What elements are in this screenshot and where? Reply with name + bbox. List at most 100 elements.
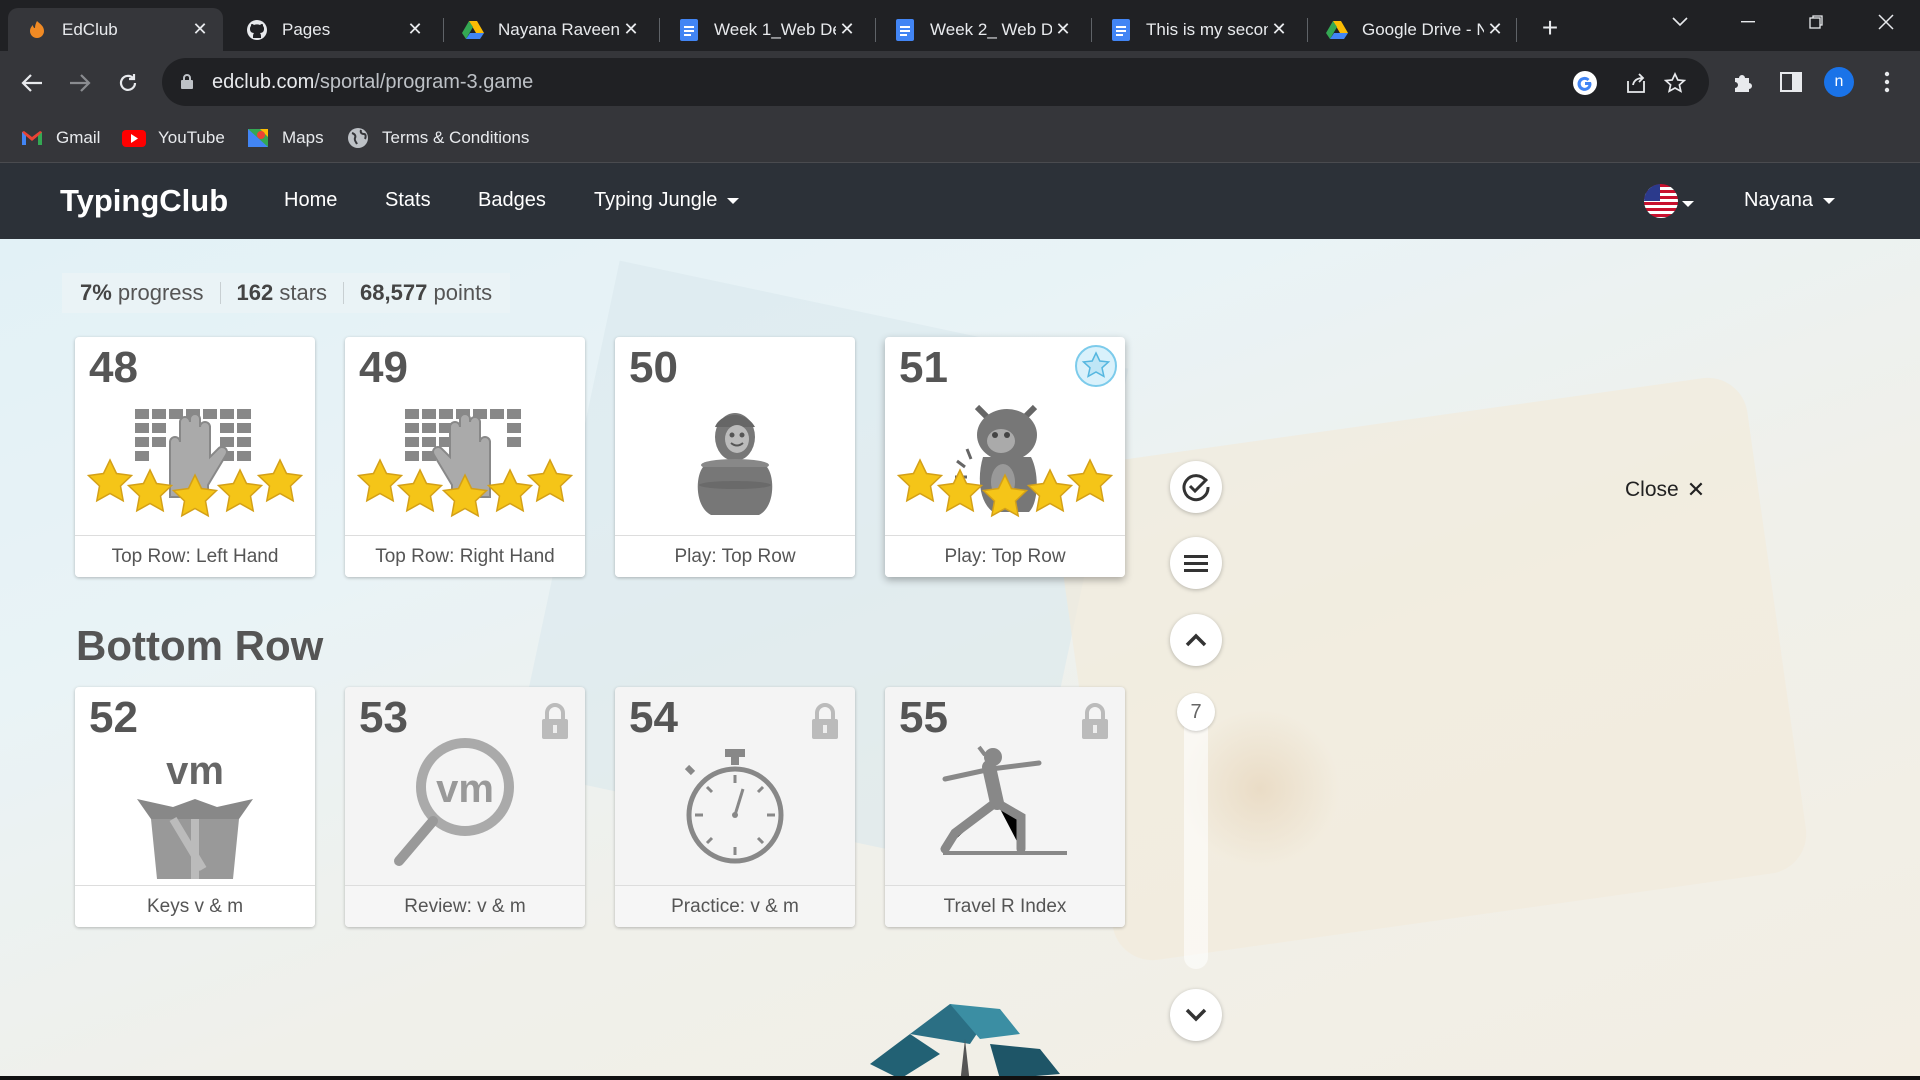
- new-tab-button[interactable]: +: [1534, 12, 1566, 44]
- profile-avatar[interactable]: n: [1824, 67, 1854, 97]
- close-tab-icon[interactable]: ✕: [836, 19, 858, 41]
- tab-pages[interactable]: Pages ✕: [228, 8, 438, 51]
- progress-label: progress: [117, 280, 204, 305]
- nav-home[interactable]: Home: [284, 189, 337, 212]
- bookmark-label: YouTube: [158, 128, 225, 147]
- open-box-icon: [137, 799, 253, 879]
- lesson-number: 52: [89, 693, 138, 742]
- lesson-card-49[interactable]: 49 Top Row: Right Hand: [345, 337, 585, 577]
- lesson-card-52[interactable]: 52 vm Keys v & m: [75, 687, 315, 927]
- side-panel-icon[interactable]: [1774, 65, 1808, 99]
- globe-icon: [346, 127, 370, 149]
- close-tab-icon[interactable]: ✕: [1484, 19, 1506, 41]
- lesson-label: Play: Top Row: [885, 535, 1125, 577]
- scroll-up-button[interactable]: [1170, 614, 1222, 666]
- lesson-card-50[interactable]: 50 Play: Top Row: [615, 337, 855, 577]
- tab-second[interactable]: This is my secon ✕: [1092, 8, 1302, 51]
- bookmark-label: Maps: [282, 128, 324, 147]
- address-bar[interactable]: edclub.com/sportal/program-3.game: [162, 58, 1709, 106]
- edclub-icon: [26, 19, 48, 41]
- gmail-icon: [20, 127, 44, 149]
- stars-label: stars: [279, 280, 328, 305]
- close-label: Close: [1625, 478, 1679, 501]
- completed-lessons-button[interactable]: [1170, 461, 1222, 513]
- bookmark-star-icon[interactable]: [1662, 70, 1688, 96]
- nav-badges[interactable]: Badges: [478, 189, 546, 212]
- lock-icon: [181, 74, 193, 89]
- user-menu[interactable]: Nayana: [1744, 189, 1835, 212]
- lesson-card-51[interactable]: 51 Play: Top Row: [885, 337, 1125, 577]
- menu-button[interactable]: [1170, 537, 1222, 589]
- tab-title: This is my secon: [1146, 19, 1268, 39]
- pot-creature-icon: [697, 413, 773, 515]
- browser-toolbar: edclub.com/sportal/program-3.game n: [0, 51, 1920, 113]
- google-drive-icon: [1326, 19, 1348, 41]
- star-rating: [356, 458, 574, 518]
- google-docs-icon: [678, 18, 700, 41]
- lock-icon: [542, 703, 568, 739]
- tab-title: Week 1_Web De: [714, 19, 836, 39]
- background-shape: [1048, 372, 1812, 966]
- share-icon[interactable]: [1623, 70, 1649, 96]
- forward-icon[interactable]: [62, 65, 98, 101]
- lesson-number: 50: [629, 343, 678, 392]
- main-content: 7% progress 162 stars 68,577 points 48 T…: [0, 239, 1920, 1080]
- more-menu-icon[interactable]: [1870, 65, 1904, 99]
- back-icon[interactable]: [14, 65, 50, 101]
- bookmark-terms[interactable]: Terms & Conditions: [346, 124, 529, 152]
- lesson-card-54[interactable]: 54 Practice: v & m: [615, 687, 855, 927]
- tab-nayana-drive[interactable]: Nayana Raveend ✕: [444, 8, 654, 51]
- tab-google-drive[interactable]: Google Drive - N ✕: [1308, 8, 1518, 51]
- google-lens-icon[interactable]: [1572, 70, 1598, 96]
- tab-strip: EdClub ✕ Pages ✕ Nayana Raveend ✕ Week 1…: [0, 0, 1920, 51]
- progress-summary: 7% progress 162 stars 68,577 points: [62, 273, 511, 313]
- lesson-card-55[interactable]: 55 Travel R Index: [885, 687, 1125, 927]
- bookmark-youtube[interactable]: YouTube: [122, 124, 225, 152]
- points-value: 68,577: [360, 280, 428, 305]
- lesson-card-48[interactable]: 48 Top Row: Left Hand: [75, 337, 315, 577]
- reload-icon[interactable]: [110, 65, 146, 101]
- tab-week2[interactable]: Week 2_ Web D ✕: [876, 8, 1086, 51]
- extensions-icon[interactable]: [1726, 65, 1760, 99]
- tab-title: Week 2_ Web D: [930, 19, 1052, 39]
- close-tab-icon[interactable]: ✕: [620, 19, 642, 41]
- chevron-down-icon[interactable]: [1682, 201, 1694, 207]
- nav-stats[interactable]: Stats: [385, 189, 431, 212]
- lesson-number: 51: [899, 343, 948, 392]
- tab-search-icon[interactable]: [1650, 0, 1710, 44]
- lesson-number: 48: [89, 343, 138, 392]
- restore-icon[interactable]: [1786, 0, 1846, 44]
- progress-value: 7%: [80, 280, 112, 305]
- close-window-icon[interactable]: [1856, 0, 1916, 44]
- scroll-position-indicator[interactable]: 7: [1177, 693, 1215, 731]
- close-icon: ✕: [1686, 477, 1706, 502]
- key-letters: vm: [436, 767, 494, 811]
- bookmark-maps[interactable]: Maps: [246, 124, 324, 152]
- bookmark-gmail[interactable]: Gmail: [20, 124, 100, 152]
- tab-divider: [1516, 18, 1517, 42]
- divider: [219, 282, 221, 304]
- site-logo[interactable]: TypingClub: [60, 183, 228, 219]
- close-tab-icon[interactable]: ✕: [1268, 19, 1290, 41]
- scroll-track[interactable]: [1184, 701, 1208, 969]
- github-icon: [246, 19, 268, 41]
- nav-typing-jungle[interactable]: Typing Jungle: [594, 189, 740, 212]
- us-flag-icon[interactable]: [1644, 184, 1678, 218]
- chevron-down-icon: [1822, 197, 1835, 204]
- lesson-card-53[interactable]: 53 vm Review: v & m: [345, 687, 585, 927]
- close-tab-icon[interactable]: ✕: [1052, 19, 1074, 41]
- lesson-number: 49: [359, 343, 408, 392]
- tab-title: Google Drive - N: [1362, 19, 1484, 39]
- lesson-number: 53: [359, 693, 408, 742]
- close-button[interactable]: Close ✕: [1625, 477, 1705, 503]
- scroll-down-button[interactable]: [1170, 989, 1222, 1041]
- url-host: edclub.com: [212, 71, 315, 93]
- close-tab-icon[interactable]: ✕: [189, 19, 211, 41]
- tab-edclub[interactable]: EdClub ✕: [8, 8, 223, 51]
- minimize-icon[interactable]: [1718, 0, 1778, 44]
- close-tab-icon[interactable]: ✕: [404, 19, 426, 41]
- maps-icon: [246, 127, 270, 149]
- tab-week1[interactable]: Week 1_Web De ✕: [660, 8, 870, 51]
- stars-value: 162: [236, 280, 274, 305]
- hamburger-icon: [1184, 555, 1208, 572]
